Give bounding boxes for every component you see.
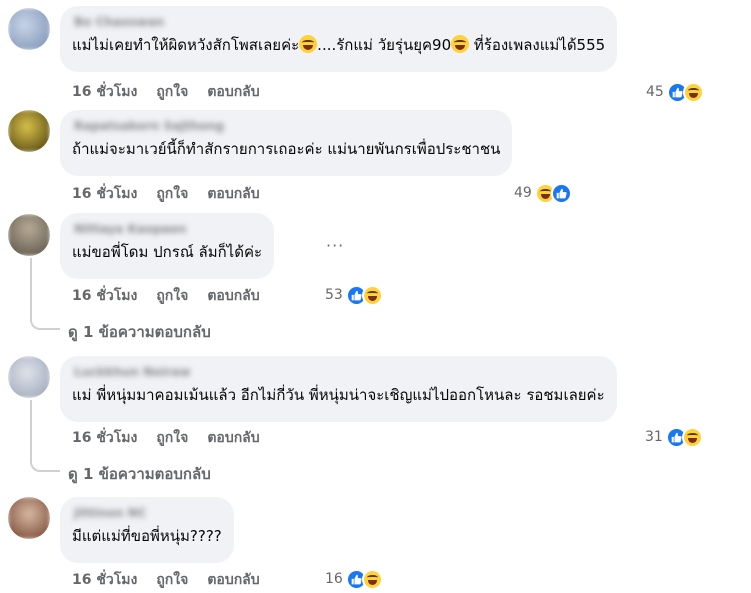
avatar[interactable] [8,356,50,398]
comment-actions: 16 ชั่วโมง ถูกใจ ตอบกลับ [72,184,260,204]
grinning-emoji-icon [299,35,318,53]
comment-timestamp[interactable]: 16 ชั่วโมง [72,184,137,204]
reaction-count: 31 [645,429,663,445]
thread-connector [30,400,60,472]
haha-reaction-icon [682,81,704,103]
reaction-count: 45 [646,84,664,100]
reply-button[interactable]: ตอบกลับ [207,286,259,306]
comment-text-part: แม่ไม่เคยทำให้ผิดหวังสักโพสเลยค่ะ [72,36,300,54]
thread-connector [30,258,60,330]
comment-author[interactable]: Bo Chaoswan [74,14,605,30]
comment-text: แม่ พี่หนุ่มมาคอมเม้นแล้ว อีกไม่กี่วัน พ… [72,386,605,404]
comment-timestamp[interactable]: 16 ชั่วโมง [72,570,137,590]
comment-timestamp[interactable]: 16 ชั่วโมง [72,82,137,102]
comment-text: ถ้าแม่จะมาเวย์นี้ก็ทำสักรายการเถอะค่ะ แม… [72,140,501,158]
view-replies-label: ดู 1 ข้อความตอบกลับ [68,465,211,483]
reply-button[interactable]: ตอบกลับ [207,184,259,204]
comment-actions: 16 ชั่วโมง ถูกใจ ตอบกลับ [72,286,260,306]
reply-button[interactable]: ตอบกลับ [207,428,259,448]
comment-text: แม่ไม่เคยทำให้ผิดหวังสักโพสเลยค่ะ ....รัก… [72,34,605,56]
comment-author[interactable]: Jittinon NC [74,505,222,521]
comment-bubble: Luckkhun Noiraw แม่ พี่หนุ่มมาคอมเม้นแล้… [60,356,617,422]
like-button[interactable]: ถูกใจ [156,286,188,306]
comment-text-part: ที่ร้องเพลงแม่ได้555 [469,36,606,54]
comment-timestamp[interactable]: 16 ชั่วโมง [72,428,137,448]
reaction-summary[interactable]: 53 [325,284,383,306]
comment-actions: 16 ชั่วโมง ถูกใจ ตอบกลับ [72,570,260,590]
comment-text: มีแต่แม่ที่ขอพี่หนุ่ม???? [72,527,222,545]
haha-reaction-icon [361,568,383,590]
like-reaction-icon [550,182,572,204]
reaction-summary[interactable]: 31 [645,426,703,448]
reply-button[interactable]: ตอบกลับ [207,82,259,102]
like-button[interactable]: ถูกใจ [156,570,188,590]
comment-author[interactable]: Rapatsakorn Sajthong [74,118,500,134]
like-button[interactable]: ถูกใจ [156,82,188,102]
reaction-count: 49 [514,185,532,201]
comment-author[interactable]: Luckkhun Noiraw [74,364,605,380]
grinning-emoji-icon [451,35,470,53]
avatar[interactable] [8,497,50,539]
comment-bubble: Bo Chaoswan แม่ไม่เคยทำให้ผิดหวังสักโพสเ… [60,6,618,72]
comment-bubble: Rapatsakorn Sajthong ถ้าแม่จะมาเวย์นี้ก็… [60,110,513,176]
view-replies-link[interactable]: ดู 1 ข้อความตอบกลับ [68,462,211,486]
avatar[interactable] [8,8,50,50]
reaction-count: 16 [325,571,343,587]
comment-author[interactable]: Nittaya Kaopaen [74,221,262,237]
view-replies-link[interactable]: ดู 1 ข้อความตอบกลับ [68,320,211,344]
comment-bubble: Jittinon NC มีแต่แม่ที่ขอพี่หนุ่ม???? [60,497,234,563]
avatar[interactable] [8,110,50,152]
haha-reaction-icon [361,284,383,306]
comment-text: แม่ขอพี่โดม ปกรณ์ ลัมก็ได้ค่ะ [72,243,263,261]
view-replies-label: ดู 1 ข้อความตอบกลับ [68,323,211,341]
reaction-summary[interactable]: 45 [646,81,704,103]
more-options-icon[interactable]: ··· [326,236,344,255]
reaction-summary[interactable]: 49 [514,182,572,204]
comment-actions: 16 ชั่วโมง ถูกใจ ตอบกลับ [72,428,260,448]
comment-timestamp[interactable]: 16 ชั่วโมง [72,286,137,306]
reaction-count: 53 [325,287,343,303]
reply-button[interactable]: ตอบกลับ [207,570,259,590]
comment-text-part: ....รักแม่ วัยรุ่นยุค90 [317,36,452,54]
avatar[interactable] [8,214,50,256]
like-button[interactable]: ถูกใจ [156,184,188,204]
haha-reaction-icon [681,426,703,448]
comment-bubble: Nittaya Kaopaen แม่ขอพี่โดม ปกรณ์ ลัมก็ไ… [60,213,275,279]
comment-actions: 16 ชั่วโมง ถูกใจ ตอบกลับ [72,82,260,102]
like-button[interactable]: ถูกใจ [156,428,188,448]
reaction-summary[interactable]: 16 [325,568,383,590]
